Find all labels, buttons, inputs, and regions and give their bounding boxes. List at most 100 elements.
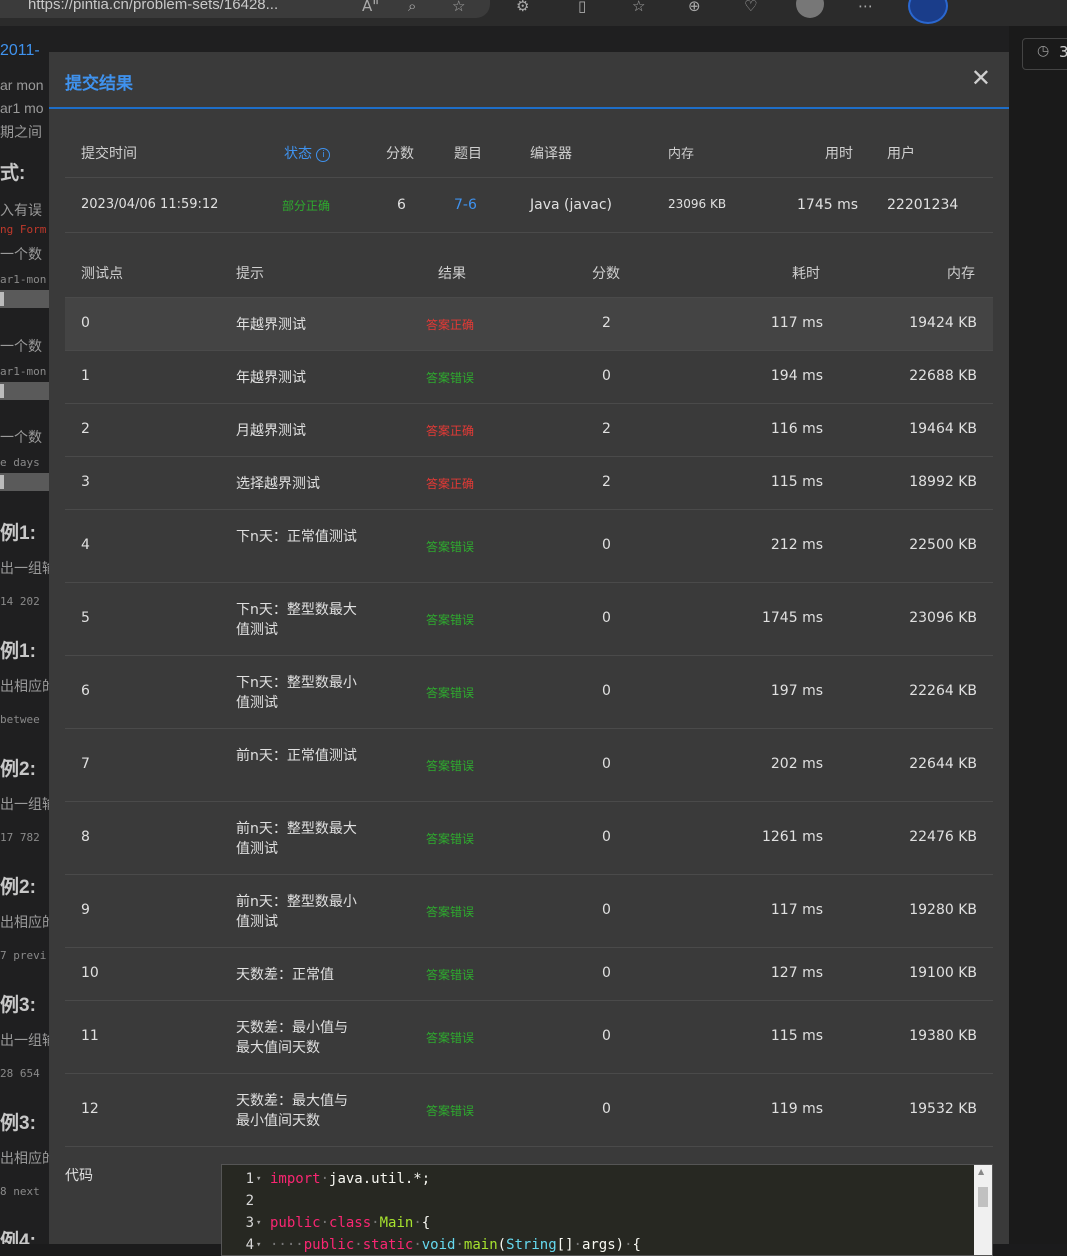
test-hint: 前n天：正常值测试 xyxy=(236,748,357,764)
browser-toolbar: https://pintia.cn/problem-sets/16428... … xyxy=(0,0,1067,27)
test-time: 116 ms xyxy=(770,421,823,437)
scrollbar-thumb[interactable] xyxy=(978,1187,988,1207)
favorites-icon[interactable]: ☆ xyxy=(632,0,645,15)
test-point-id: 1 xyxy=(81,368,90,384)
summary-header-user: 用户 xyxy=(887,146,915,162)
test-result: 答案正确 xyxy=(426,318,475,332)
test-time: 202 ms xyxy=(770,756,823,772)
test-time: 212 ms xyxy=(770,537,823,553)
test-memory: 19100 KB xyxy=(909,965,977,981)
code-text: public·class·Main·{ xyxy=(270,1215,431,1231)
test-score: 0 xyxy=(602,683,611,699)
timer-icon: ◷ xyxy=(1037,43,1050,59)
add-favorite-icon[interactable]: ☆ xyxy=(452,0,465,15)
test-point-id: 4 xyxy=(81,537,90,553)
problem-link[interactable]: 7-6 xyxy=(454,197,477,213)
test-result: 答案错误 xyxy=(426,371,475,385)
test-row: 4 下n天：正常值测试 答案错误 0 212 ms 22500 KB xyxy=(65,510,993,583)
test-score: 0 xyxy=(602,1028,611,1044)
summary-header-problem: 题目 xyxy=(454,146,482,162)
code-editor[interactable]: 4 ▾ ····public·static·void·main(String[]·a… xyxy=(221,1164,993,1256)
test-score: 0 xyxy=(602,610,611,626)
fold-icon[interactable]: ▾ xyxy=(256,1234,261,1255)
test-point-id: 2 xyxy=(81,421,90,437)
test-memory: 19532 KB xyxy=(909,1101,977,1117)
test-score: 0 xyxy=(602,756,611,772)
summary-header-status[interactable]: 状态 i xyxy=(284,143,331,163)
collections-icon[interactable]: ⊕ xyxy=(688,0,701,15)
modal-header: 提交结果 ✕ xyxy=(49,52,1009,109)
test-row: 9 前n天：整型数最小值测试 答案错误 0 117 ms 19280 KB xyxy=(65,875,993,948)
test-time: 117 ms xyxy=(770,902,823,918)
bing-copilot-icon[interactable] xyxy=(908,0,948,24)
test-memory: 19380 KB xyxy=(909,1028,977,1044)
summary-header-time: 提交时间 xyxy=(81,146,137,162)
line-number: 3 xyxy=(245,1215,254,1231)
test-point-id: 11 xyxy=(81,1028,99,1044)
summary-header-compiler: 编译器 xyxy=(530,146,572,162)
more-icon[interactable]: ⋯ xyxy=(858,0,873,15)
test-time: 127 ms xyxy=(770,965,823,981)
submission-user: 22201234 xyxy=(887,197,959,213)
test-row: 11 天数差：最小值与最大值间天数 答案错误 0 115 ms 19380 KB xyxy=(65,1001,993,1074)
test-hint: 前n天：整型数最大值测试 xyxy=(236,821,357,857)
test-row: 6 下n天：整型数最小值测试 答案错误 0 197 ms 22264 KB xyxy=(65,656,993,729)
test-point-id: 0 xyxy=(81,315,90,331)
test-point-id: 7 xyxy=(81,756,90,772)
zoom-icon[interactable]: ⌕ xyxy=(408,0,416,15)
background-tab[interactable]: 2011- xyxy=(0,40,50,60)
line-number: 2 xyxy=(245,1193,254,1209)
test-row: 8 前n天：整型数最大值测试 答案错误 0 1261 ms 22476 KB xyxy=(65,802,993,875)
test-score: 0 xyxy=(602,829,611,845)
test-point-id: 8 xyxy=(81,829,90,845)
tests-header-point: 测试点 xyxy=(81,266,123,282)
test-time: 115 ms xyxy=(770,1028,823,1044)
tests-header-score: 分数 xyxy=(592,266,620,282)
test-hint: 下n天：整型数最大值测试 xyxy=(236,602,357,638)
test-point-id: 10 xyxy=(81,965,99,981)
extensions-icon[interactable]: ⚙ xyxy=(516,0,529,15)
test-hint: 年越界测试 xyxy=(236,370,306,386)
test-row: 12 天数差：最大值与最小值间天数 答案错误 0 119 ms 19532 KB xyxy=(65,1074,993,1147)
address-bar[interactable]: https://pintia.cn/problem-sets/16428... … xyxy=(0,0,490,18)
test-time: 197 ms xyxy=(770,683,823,699)
test-time: 194 ms xyxy=(770,368,823,384)
submission-score: 6 xyxy=(397,197,406,213)
test-point-id: 5 xyxy=(81,610,90,626)
test-memory: 22476 KB xyxy=(909,829,977,845)
test-result: 答案错误 xyxy=(426,968,475,982)
read-aloud-icon[interactable]: A" xyxy=(362,0,379,15)
summary-header-score: 分数 xyxy=(386,146,414,162)
test-score: 0 xyxy=(602,1101,611,1117)
test-row: 0 年越界测试 答案正确 2 117 ms 19424 KB xyxy=(65,298,993,351)
test-result: 答案错误 xyxy=(426,686,475,700)
fold-icon[interactable]: ▾ xyxy=(256,1212,261,1234)
timer-box: ◷ 3 xyxy=(1022,38,1067,70)
timer-text: 3 xyxy=(1059,43,1067,61)
test-row: 3 选择越界测试 答案正确 2 115 ms 18992 KB xyxy=(65,457,993,510)
test-memory: 19464 KB xyxy=(909,421,977,437)
test-hint: 天数差：最大值与最小值间天数 xyxy=(236,1093,348,1129)
split-screen-icon[interactable]: ▯ xyxy=(578,0,586,15)
test-time: 115 ms xyxy=(770,474,823,490)
scroll-up-icon[interactable]: ▲ xyxy=(978,1167,984,1176)
browser-essentials-icon[interactable]: ♡ xyxy=(744,0,757,15)
editor-scrollbar[interactable]: ▲ xyxy=(974,1165,992,1255)
test-hint: 月越界测试 xyxy=(236,423,306,439)
submission-runtime: 1745 ms xyxy=(797,197,859,213)
url-text[interactable]: https://pintia.cn/problem-sets/16428... xyxy=(28,0,278,13)
test-result: 答案错误 xyxy=(426,1104,475,1118)
submission-result-modal: 提交结果 ✕ 提交时间 状态 i 分数 题目 编译器 内存 用时 用户 2023… xyxy=(49,52,1009,1256)
test-time: 1745 ms xyxy=(761,610,823,626)
close-icon[interactable]: ✕ xyxy=(971,64,991,92)
test-point-id: 9 xyxy=(81,902,90,918)
fold-icon[interactable]: ▾ xyxy=(256,1168,261,1190)
info-icon[interactable]: i xyxy=(316,148,331,162)
test-memory: 18992 KB xyxy=(909,474,977,490)
test-score: 2 xyxy=(602,474,611,490)
profile-avatar-icon[interactable] xyxy=(796,0,824,18)
test-score: 0 xyxy=(602,368,611,384)
test-result: 答案错误 xyxy=(426,759,475,773)
test-memory: 22264 KB xyxy=(909,683,977,699)
line-number: 1 xyxy=(245,1171,254,1187)
